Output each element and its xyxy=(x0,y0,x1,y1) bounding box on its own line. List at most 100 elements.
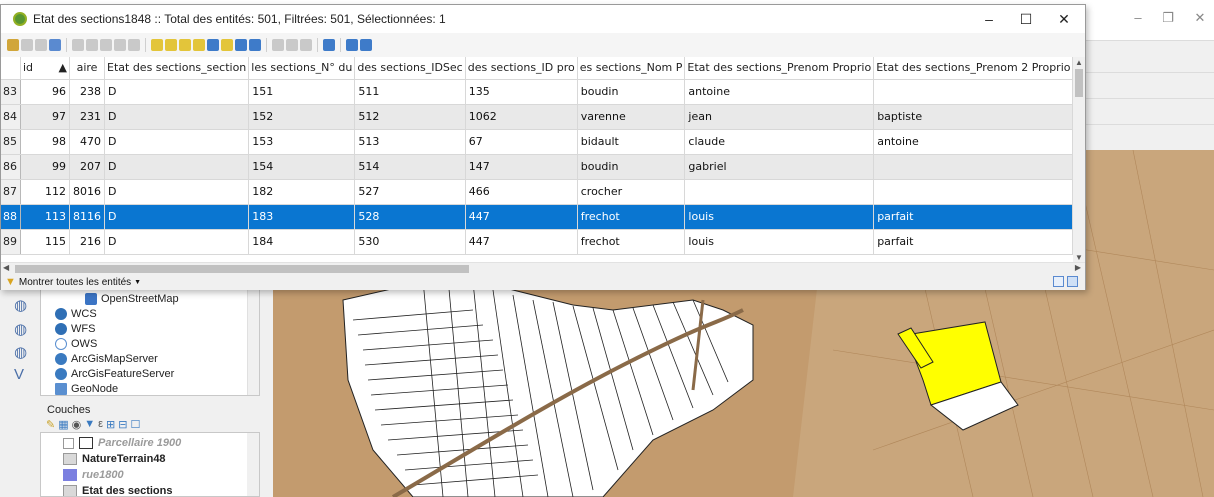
zoom-to-selection-icon[interactable] xyxy=(249,39,261,51)
browser-item-openstreetmap[interactable]: OpenStreetMap xyxy=(85,291,179,306)
cell-idsec[interactable]: 513 xyxy=(354,129,466,155)
paste-icon[interactable] xyxy=(128,39,140,51)
cell-id[interactable]: 96 xyxy=(20,79,71,105)
row-number[interactable]: 89 xyxy=(1,229,21,255)
row-number[interactable]: 88 xyxy=(1,204,21,230)
scroll-up-icon[interactable]: ▲ xyxy=(1075,58,1083,67)
cell-section[interactable]: D xyxy=(104,154,250,180)
layer-item-natureterrain48[interactable]: NatureTerrain48 xyxy=(63,451,166,467)
cut-icon[interactable] xyxy=(100,39,112,51)
expand-all-icon[interactable]: ⊞ xyxy=(106,418,115,432)
cell-prenom[interactable]: louis xyxy=(684,229,875,255)
row-number[interactable]: 86 xyxy=(1,154,21,180)
remove-layer-icon[interactable]: ☐ xyxy=(130,418,140,432)
cell-prenom[interactable]: antoine xyxy=(684,79,875,105)
cell-nom[interactable]: boudin xyxy=(577,79,686,105)
style-icon[interactable]: ✎ xyxy=(46,418,55,432)
cell-idsec[interactable]: 512 xyxy=(354,104,466,130)
column-header-section[interactable]: Etat des sections_section xyxy=(104,57,250,80)
table-view-icon[interactable] xyxy=(1067,276,1078,287)
form-view-icon[interactable] xyxy=(1053,276,1064,287)
cell-prenom2[interactable] xyxy=(873,79,1073,105)
cell-section[interactable]: D xyxy=(104,204,250,230)
pan-to-selection-icon[interactable] xyxy=(235,39,247,51)
cell-section[interactable]: D xyxy=(104,229,250,255)
table-row[interactable]: 88 113 8116 D 183 528 447 frechot louis parfait xyxy=(1,204,1073,230)
actions-icon[interactable] xyxy=(360,39,372,51)
table-row[interactable]: 8497231D1525121062varennejeanbaptister xyxy=(1,104,1073,130)
cell-aire[interactable]: 207 xyxy=(69,154,106,180)
browser-item-wcs[interactable]: WCS xyxy=(55,306,97,321)
browser-item-ows[interactable]: OWS xyxy=(55,336,97,351)
collapse-all-icon[interactable]: ⊟ xyxy=(118,418,127,432)
field-calculator-icon[interactable] xyxy=(300,39,312,51)
scroll-down-icon[interactable]: ▼ xyxy=(1075,253,1083,262)
cell-idpro[interactable]: 447 xyxy=(465,229,578,255)
cell-nom[interactable]: bidault xyxy=(577,129,686,155)
dock-icon[interactable] xyxy=(346,39,358,51)
show-all-features-button[interactable]: ▼ Montrer toutes les entités ▼ xyxy=(5,275,141,289)
table-horizontal-scrollbar[interactable]: ◀ ▶ xyxy=(1,262,1085,274)
browser-item-geonode[interactable]: GeoNode xyxy=(55,381,118,396)
move-selection-top-icon[interactable] xyxy=(221,39,233,51)
table-row[interactable]: 85 98 470 D 153 513 67 bidault claude antoine xyxy=(1,129,1073,155)
row-number[interactable]: 85 xyxy=(1,129,21,155)
cell-prenom2[interactable]: baptiste xyxy=(873,104,1073,130)
invert-selection-icon[interactable] xyxy=(179,39,191,51)
cell-prenom2[interactable]: parfait xyxy=(873,229,1073,255)
cell-numero[interactable]: 153 xyxy=(248,129,356,155)
conditional-formatting-icon[interactable] xyxy=(323,39,335,51)
cell-prenom[interactable]: gabriel xyxy=(684,154,875,180)
layers-scrollbar[interactable] xyxy=(247,433,259,496)
cell-idsec[interactable]: 530 xyxy=(354,229,466,255)
cell-prenom[interactable] xyxy=(684,179,875,205)
table-row[interactable]: 86 99 207 D 154 514 147 boudin gabriel xyxy=(1,154,1073,180)
cell-section[interactable]: D xyxy=(104,129,250,155)
browser-item-wfs[interactable]: WFS xyxy=(55,321,95,336)
cell-nom[interactable]: varenne xyxy=(577,104,686,130)
cell-nom[interactable]: frechot xyxy=(577,204,686,230)
layer-item-parcellaire-1900[interactable]: Parcellaire 1900 xyxy=(63,435,181,451)
column-header-nom[interactable]: es sections_Nom P xyxy=(577,57,686,80)
cell-id[interactable]: 112 xyxy=(20,179,71,205)
table-row[interactable]: 87 112 8016 D 182 527 466 crocher xyxy=(1,179,1073,205)
cell-prenom2[interactable]: antoine xyxy=(873,129,1073,155)
row-number[interactable]: 84 xyxy=(1,104,21,130)
browser-item-arcgisfeatureserver[interactable]: ArcGisFeatureServer xyxy=(55,366,174,381)
cell-aire[interactable]: 8016 xyxy=(69,179,106,205)
cell-section[interactable]: D xyxy=(104,104,250,130)
table-row[interactable]: 89 115 216 D 184 530 447 frechot louis parfait xyxy=(1,229,1073,255)
cell-aire[interactable]: 216 xyxy=(69,229,106,255)
cell-prenom[interactable]: louis xyxy=(684,204,875,230)
layer-item-etat-des-sections[interactable]: Etat des sections xyxy=(63,483,172,496)
filter-select-icon[interactable] xyxy=(207,39,219,51)
select-expression-icon[interactable] xyxy=(151,39,163,51)
layer-visibility-checkbox[interactable] xyxy=(63,437,74,449)
cell-id[interactable]: 98 xyxy=(20,129,71,155)
cell-aire[interactable]: 238 xyxy=(69,79,106,105)
cell-numero[interactable]: 183 xyxy=(248,204,356,230)
cell-idsec[interactable]: 511 xyxy=(354,79,466,105)
expression-filter-icon[interactable]: ε xyxy=(98,418,103,432)
browser-item-arcgismapserver[interactable]: ArcGisMapServer xyxy=(55,351,158,366)
filter-icon[interactable]: ▼ xyxy=(84,418,95,432)
save-edits-icon[interactable] xyxy=(35,39,47,51)
cell-aire[interactable]: 231 xyxy=(69,104,106,130)
scroll-right-icon[interactable]: ▶ xyxy=(1075,263,1081,272)
cell-prenom2[interactable] xyxy=(873,179,1073,205)
column-header-id[interactable]: id ▲ xyxy=(20,57,71,80)
reload-icon[interactable] xyxy=(49,39,61,51)
cell-nom[interactable]: boudin xyxy=(577,154,686,180)
new-field-icon[interactable] xyxy=(272,39,284,51)
cell-numero[interactable]: 152 xyxy=(248,104,356,130)
add-layer-icon[interactable]: ◍ xyxy=(14,296,36,316)
multi-edit-icon[interactable] xyxy=(21,39,33,51)
main-restore-button[interactable]: ❐ xyxy=(1158,8,1178,28)
add-group-icon[interactable]: ▦ xyxy=(58,418,68,432)
scroll-thumb[interactable] xyxy=(1075,69,1083,97)
cell-numero[interactable]: 184 xyxy=(248,229,356,255)
cell-section[interactable]: D xyxy=(104,179,250,205)
toggle-edit-icon[interactable] xyxy=(7,39,19,51)
scroll-thumb[interactable] xyxy=(15,265,469,273)
column-header-prenom2[interactable]: Etat des sections_Prenom 2 Proprio xyxy=(873,57,1073,80)
